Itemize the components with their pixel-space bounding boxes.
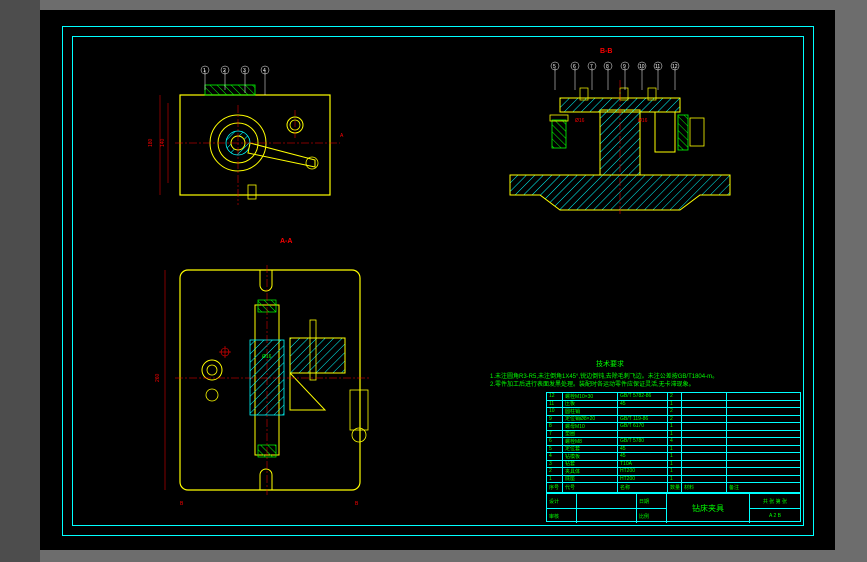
parts-list-row: 12螺栓M10×30GB/T 5782-862: [547, 393, 800, 401]
section-bb-label: B-B: [600, 48, 612, 55]
parts-list-row: 9定位销Ø8×20GB/T 119-862: [547, 416, 800, 424]
svg-text:8: 8: [606, 64, 609, 70]
tb-hdr-note: 备注: [727, 483, 800, 492]
section-arrow-b-right: B: [355, 501, 359, 507]
dim-h2: 140: [160, 138, 166, 147]
section-arrow-b-left: B: [180, 501, 184, 507]
notes-line-2: 2.零件加工后进行表面发黑处理。装配时各运动零件应保证灵活,无卡滞现象。: [490, 381, 730, 389]
tb-hdr-qty: 数量: [668, 483, 682, 492]
parts-list-row: 4钻模板451: [547, 453, 800, 461]
tb-hdr-mat: 材料: [682, 483, 727, 492]
svg-text:7: 7: [590, 64, 593, 70]
drawing-title: 钻床夹具: [667, 494, 750, 523]
parts-list-row: 6螺栓M8GB/T 57804: [547, 438, 800, 446]
callout-4: 4: [263, 68, 266, 74]
svg-text:10: 10: [639, 64, 645, 70]
callout-3: 3: [243, 68, 246, 74]
dim-d2: Ø16: [638, 118, 648, 124]
section-aa-label: A-A: [280, 238, 292, 245]
tb-hdr-name: 名称: [618, 483, 668, 492]
svg-text:11: 11: [655, 64, 660, 70]
dim-h3: 260: [155, 373, 161, 382]
title-block: 12螺栓M10×30GB/T 5782-86211压板45110圆柱销29定位销…: [546, 392, 801, 522]
tb-hdr-code: 代号: [563, 483, 618, 492]
dim-dia-center: Ø16: [262, 354, 272, 360]
svg-text:5: 5: [553, 64, 556, 70]
notes-title: 技术要求: [490, 360, 730, 370]
svg-text:6: 6: [573, 64, 576, 70]
callout-2: 2: [223, 68, 226, 74]
callouts-right: 5 6 7 8 9 10 11 12: [551, 62, 679, 90]
technical-notes: 技术要求 1.未注圆角R3-R5,未注倒角1X45°,锐边倒钝,去除毛刺飞边。未…: [490, 360, 730, 390]
svg-text:12: 12: [672, 64, 678, 70]
dim-d1: Ø16: [575, 118, 585, 124]
parts-list-row: 11压板451: [547, 401, 800, 409]
parts-list-row: 10圆柱销2: [547, 408, 800, 416]
tb-hdr-num: 序号: [547, 483, 563, 492]
parts-list-row: 7垫圈1: [547, 431, 800, 439]
callout-1: 1: [203, 68, 206, 74]
dim-h1: 180: [148, 138, 154, 147]
parts-list-row: 5定位套451: [547, 446, 800, 454]
parts-list-row: 3钻套T10A1: [547, 461, 800, 469]
view-top-left: A 1 2 3 4 180 140: [140, 65, 350, 225]
section-arrow-a-right: A: [340, 133, 344, 139]
parts-list-row: 8螺母M10GB/T 61701: [547, 423, 800, 431]
cad-canvas[interactable]: A 1 2 3 4 180 140 B-B: [40, 10, 835, 550]
view-top-right: Ø16 Ø16 5 6: [480, 60, 760, 220]
svg-text:9: 9: [623, 64, 626, 70]
left-toolbar[interactable]: [0, 0, 40, 562]
view-bottom-left: 260 B B Ø16: [150, 250, 410, 510]
parts-list-row: 2夹具体HT2001: [547, 468, 800, 476]
notes-line-1: 1.未注圆角R3-R5,未注倒角1X45°,锐边倒钝,去除毛刺飞边。未注公差按G…: [490, 373, 730, 381]
parts-list-row: 1底座HT2001: [547, 476, 800, 484]
